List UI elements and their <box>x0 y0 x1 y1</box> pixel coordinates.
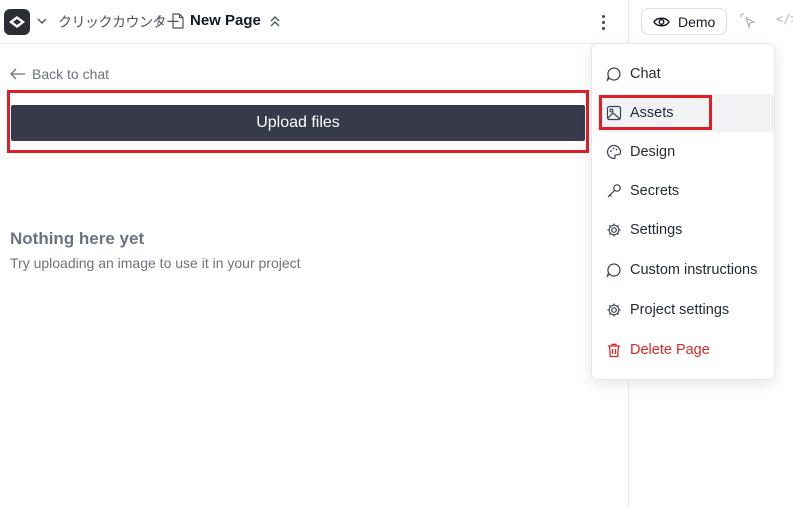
menu-item-label: Chat <box>630 66 661 82</box>
upload-files-button[interactable]: Upload files <box>11 105 585 141</box>
menu-item-label: Settings <box>630 222 683 238</box>
menu-item-custom-instructions[interactable]: Custom instructions <box>598 251 774 289</box>
code-view-icon[interactable]: </> <box>776 12 793 26</box>
image-icon <box>606 105 622 121</box>
menu-item-secrets[interactable]: Secrets <box>598 172 774 210</box>
page-title[interactable]: New Page <box>190 12 261 29</box>
gear-icon <box>606 302 622 318</box>
page-options-menu: Chat Assets Design Secrets Settings Cust… <box>591 43 775 380</box>
menu-item-label: Assets <box>630 105 674 121</box>
chevrons-up-icon[interactable] <box>268 13 282 29</box>
top-bar: クリックカウンター / New Page <box>0 0 628 44</box>
back-to-chat-label: Back to chat <box>32 66 110 82</box>
menu-item-assets[interactable]: Assets <box>598 94 774 132</box>
key-icon <box>606 183 622 199</box>
menu-item-label: Design <box>630 144 676 160</box>
more-options-icon[interactable] <box>596 11 610 33</box>
menu-item-label: Custom instructions <box>630 262 758 278</box>
back-to-chat-link[interactable]: Back to chat <box>10 66 109 82</box>
eye-icon <box>653 17 670 26</box>
menu-item-label: Delete Page <box>630 342 710 358</box>
menu-item-design[interactable]: Design <box>598 133 774 171</box>
chat-bubble-icon <box>606 66 622 82</box>
menu-item-chat[interactable]: Chat <box>598 55 774 93</box>
arrow-left-icon <box>10 68 25 80</box>
menu-item-label: Project settings <box>630 302 730 318</box>
chevron-down-icon[interactable] <box>36 14 48 28</box>
demo-button[interactable]: Demo <box>641 8 727 35</box>
breadcrumb-separator: / <box>157 12 161 28</box>
menu-item-project-settings[interactable]: Project settings <box>598 291 774 329</box>
empty-state-subtitle: Try uploading an image to use it in your… <box>10 255 301 271</box>
menu-item-settings[interactable]: Settings <box>598 211 774 249</box>
gear-icon <box>606 222 622 238</box>
app-logo-icon[interactable] <box>4 9 30 35</box>
cursor-click-icon[interactable] <box>739 12 757 30</box>
empty-state-title: Nothing here yet <box>10 229 145 248</box>
trash-icon <box>606 342 622 358</box>
file-icon <box>171 13 185 29</box>
demo-label: Demo <box>678 13 716 30</box>
chat-bubble-icon <box>606 262 622 278</box>
project-name[interactable]: クリックカウンター <box>58 12 180 32</box>
menu-item-label: Secrets <box>630 183 680 199</box>
palette-icon <box>606 144 622 160</box>
menu-item-delete-page[interactable]: Delete Page <box>598 331 774 369</box>
